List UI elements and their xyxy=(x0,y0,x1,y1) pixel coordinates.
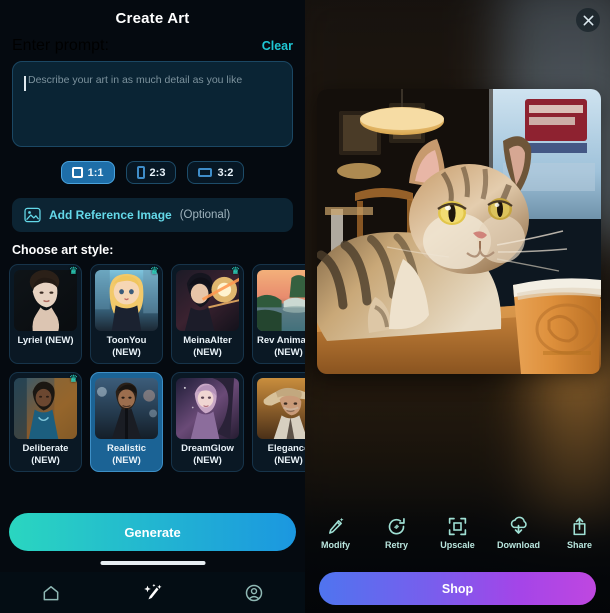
ratio-option-2-3[interactable]: 2:3 xyxy=(125,161,177,184)
aspect-ratio-group: 1:1 2:3 3:2 xyxy=(0,161,305,184)
style-thumbnail xyxy=(14,270,77,331)
art-style-heading: Choose art style: xyxy=(12,243,114,257)
ratio-option-1-1[interactable]: 1:1 xyxy=(60,161,115,184)
style-thumbnail xyxy=(14,378,77,439)
prompt-label: Enter prompt: xyxy=(12,37,109,54)
tool-label: Upscale xyxy=(440,540,475,550)
style-thumbnail xyxy=(257,270,305,331)
reference-title: Add Reference Image xyxy=(49,208,172,222)
nav-item-create[interactable] xyxy=(102,582,204,604)
close-button[interactable] xyxy=(576,8,600,32)
style-card-label: ToonYou (NEW) xyxy=(106,335,147,358)
home-icon xyxy=(43,585,59,600)
premium-crown-icon: ♛ xyxy=(69,374,78,385)
landscape-icon xyxy=(198,168,213,177)
retry-button[interactable]: Retry xyxy=(366,516,427,550)
expand-icon xyxy=(448,517,467,536)
text-caret xyxy=(24,76,26,91)
prompt-input[interactable]: Describe your art in as much detail as y… xyxy=(12,61,293,147)
add-reference-image-button[interactable]: Add Reference Image (Optional) xyxy=(12,198,293,232)
style-thumbnail xyxy=(257,378,305,439)
ratio-label: 1:1 xyxy=(87,166,104,179)
prompt-placeholder: Describe your art in as much detail as y… xyxy=(28,74,243,86)
create-art-panel: Create Art Enter prompt: Clear Describe … xyxy=(0,0,305,613)
style-thumbnail xyxy=(95,378,158,439)
shop-button[interactable]: Shop xyxy=(319,572,596,605)
tool-label: Share xyxy=(566,540,592,550)
style-card-deliberate[interactable]: ♛ Deliberate (NEW) xyxy=(9,372,82,472)
ratio-option-3-2[interactable]: 3:2 xyxy=(187,161,245,184)
style-card-toonyou[interactable]: ♛ ToonYou (NEW) xyxy=(90,264,163,364)
result-preview-panel: cat in cafe xyxy=(305,0,610,613)
bottom-navigation xyxy=(0,572,305,613)
style-card-label: Elegance (NEW) xyxy=(267,443,305,466)
wand-icon xyxy=(329,517,344,534)
magic-wand-icon xyxy=(143,583,162,599)
download-button[interactable]: Download xyxy=(488,516,549,550)
style-card-label: Lyriel (NEW) xyxy=(17,335,74,346)
style-card-dreamglow[interactable]: DreamGlow (NEW) xyxy=(171,372,244,472)
style-card-label: Realistic (NEW) xyxy=(106,443,147,466)
style-card-label: DreamGlow (NEW) xyxy=(181,443,234,466)
home-indicator xyxy=(100,561,205,565)
style-card-elegance[interactable]: Elegance (NEW) xyxy=(252,372,305,472)
premium-crown-icon: ♛ xyxy=(69,266,78,277)
ratio-label: 2:3 xyxy=(149,166,166,179)
generated-image[interactable]: cat in cafe xyxy=(317,89,601,374)
share-button[interactable]: Share xyxy=(549,516,610,550)
share-icon xyxy=(573,517,586,536)
clear-button[interactable]: Clear xyxy=(262,39,293,53)
download-icon xyxy=(510,516,527,534)
tool-label: Retry xyxy=(384,540,408,550)
page-title: Create Art xyxy=(115,10,190,27)
app-screen: Create Art Enter prompt: Clear Describe … xyxy=(0,0,610,613)
nav-item-home[interactable] xyxy=(0,583,102,603)
premium-crown-icon: ♛ xyxy=(150,266,159,277)
upscale-button[interactable]: Upscale xyxy=(427,516,488,550)
style-card-label: Rev Animated (NEW) xyxy=(257,335,305,358)
tool-label: Download xyxy=(497,540,540,550)
premium-crown-icon: ♛ xyxy=(231,266,240,277)
art-style-row: ♛ Lyriel (NEW) ♛ ToonYou (NEW) ♛ MeinaAl… xyxy=(9,264,305,364)
profile-icon xyxy=(245,584,263,601)
square-icon xyxy=(71,167,83,178)
image-actions-toolbar: Modify Retry Upscale Download Share xyxy=(305,508,610,558)
prompt-header: Enter prompt: Clear xyxy=(0,27,305,61)
style-card-label: Deliberate (NEW) xyxy=(22,443,69,466)
style-thumbnail xyxy=(176,270,239,331)
style-card-rev-animated[interactable]: Rev Animated (NEW) xyxy=(252,264,305,364)
portrait-icon xyxy=(136,166,145,179)
art-style-grid: ♛ Lyriel (NEW) ♛ ToonYou (NEW) ♛ MeinaAl… xyxy=(0,264,305,480)
tool-label: Modify xyxy=(321,540,350,550)
style-card-realistic[interactable]: Realistic (NEW) xyxy=(90,372,163,472)
refresh-icon xyxy=(388,517,405,535)
image-placeholder-icon xyxy=(24,207,41,223)
generate-button[interactable]: Generate xyxy=(9,513,296,551)
style-thumbnail xyxy=(176,378,239,439)
reference-optional: (Optional) xyxy=(179,209,231,221)
ratio-label: 3:2 xyxy=(217,166,234,179)
style-card-label: MeinaAlter (NEW) xyxy=(183,335,232,358)
close-icon xyxy=(583,15,593,25)
style-card-meinaalter[interactable]: ♛ MeinaAlter (NEW) xyxy=(171,264,244,364)
style-card-lyriel[interactable]: ♛ Lyriel (NEW) xyxy=(9,264,82,364)
nav-item-profile[interactable] xyxy=(203,583,305,603)
art-style-row: ♛ Deliberate (NEW) Realistic (NEW) Dream… xyxy=(9,372,305,472)
modify-button[interactable]: Modify xyxy=(305,516,366,550)
style-thumbnail xyxy=(95,270,158,331)
